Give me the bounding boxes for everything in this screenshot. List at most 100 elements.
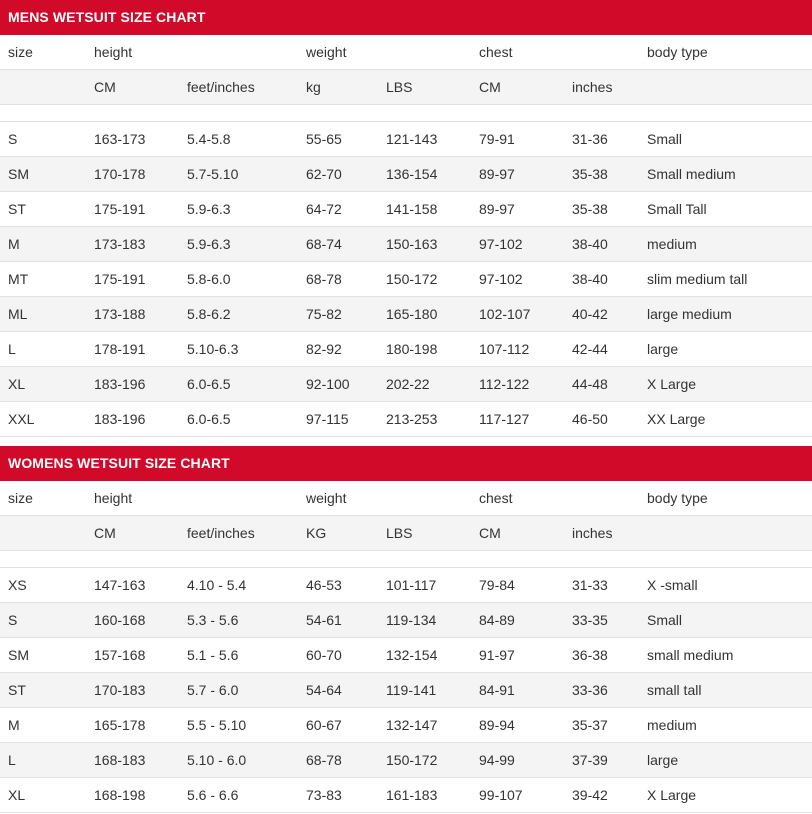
size-cell: L <box>8 341 16 357</box>
table-row: ST 175-191 5.9-6.3 64-72 141-158 89-97 35-38 Sm… <box>0 192 812 227</box>
table-cell: 54-64 <box>306 682 342 698</box>
table-cell: 150-172 <box>386 752 438 768</box>
table-row: S 163-173 5.4-5.8 55-65 121-143 79-91 31-36 Sma… <box>0 122 812 157</box>
column-header: height <box>94 490 133 506</box>
table-cell: 141-158 <box>386 201 438 217</box>
table-cell: 168-198 <box>94 787 146 803</box>
table-cell: 102-107 <box>479 306 531 322</box>
womens-size-chart: WOMENS WETSUIT SIZE CHART size height weigh… <box>0 446 812 813</box>
table-cell: 31-36 <box>572 131 608 147</box>
table-cell: 132-147 <box>386 717 438 733</box>
section-title: MENS WETSUIT SIZE CHART <box>0 0 812 35</box>
table-cell: 89-97 <box>479 166 515 182</box>
table-cell: 173-183 <box>94 236 146 252</box>
size-cell: XL <box>8 787 26 803</box>
table-cell: 42-44 <box>572 341 608 357</box>
table-cell: Small medium <box>647 166 736 182</box>
table-cell: XX Large <box>647 411 706 427</box>
table-cell: 68-78 <box>306 752 342 768</box>
unit-label: inches <box>572 525 613 541</box>
unit-label: LBS <box>386 525 413 541</box>
table-row: M 173-183 5.9-6.3 68-74 150-163 97-102 38-40 me… <box>0 227 812 262</box>
table-cell: 79-84 <box>479 577 515 593</box>
unit-label: inches <box>572 79 613 95</box>
table-cell: 121-143 <box>386 131 438 147</box>
table-cell: 40-42 <box>572 306 608 322</box>
table-row: XXL 183-196 6.0-6.5 97-115 213-253 117-127 46-… <box>0 402 812 437</box>
table-cell: 89-94 <box>479 717 515 733</box>
table-cell: medium <box>647 236 697 252</box>
table-cell: 132-154 <box>386 647 438 663</box>
size-cell: ML <box>8 306 28 322</box>
table-cell: 5.10 - 6.0 <box>187 752 247 768</box>
column-header-row: size height weight chest body type <box>0 35 812 70</box>
table-cell: 112-122 <box>479 376 530 392</box>
table-cell: 97-102 <box>479 236 523 252</box>
table-cell: 5.3 - 5.6 <box>187 612 239 628</box>
table-cell: Small <box>647 131 683 147</box>
table-cell: slim medium tall <box>647 271 748 287</box>
unit-label: KG <box>306 525 327 541</box>
table-cell: 64-72 <box>306 201 342 217</box>
table-cell: large medium <box>647 306 732 322</box>
table-row: SM 170-178 5.7-5.10 62-70 136-154 89-97 35-38 S… <box>0 157 812 192</box>
column-header: weight <box>306 44 347 60</box>
table-cell: 54-61 <box>306 612 342 628</box>
table-row: L 178-191 5.10-6.3 82-92 180-198 107-112 42-44… <box>0 332 812 367</box>
section-title: WOMENS WETSUIT SIZE CHART <box>0 446 812 481</box>
table-cell: large <box>647 341 679 357</box>
table-cell: 173-188 <box>94 306 146 322</box>
unit-label: CM <box>479 525 501 541</box>
table-cell: 68-78 <box>306 271 342 287</box>
table-cell: 160-168 <box>94 612 146 628</box>
unit-label: LBS <box>386 79 413 95</box>
table-cell: 89-97 <box>479 201 515 217</box>
table-cell: 35-38 <box>572 201 608 217</box>
table-cell: 5.8-6.0 <box>187 271 231 287</box>
table-row: MT 175-191 5.8-6.0 68-78 150-172 97-102 38-40 s… <box>0 262 812 297</box>
table-cell: 5.7-5.10 <box>187 166 239 182</box>
units-row: CM feet/inches kg LBS CM inches <box>0 70 812 105</box>
table-cell: Small Tall <box>647 201 707 217</box>
mens-size-chart: MENS WETSUIT SIZE CHART size height weight c… <box>0 0 812 437</box>
table-cell: 150-172 <box>386 271 438 287</box>
table-cell: 97-115 <box>306 411 349 427</box>
section-gap <box>0 437 812 446</box>
table-cell: Small <box>647 612 683 628</box>
table-cell: small tall <box>647 682 702 698</box>
column-header-row: size height weight chest body type <box>0 481 812 516</box>
table-cell: 38-40 <box>572 236 608 252</box>
table-cell: 117-127 <box>479 411 530 427</box>
column-header: size <box>8 44 33 60</box>
size-cell: XS <box>8 577 27 593</box>
table-cell: 147-163 <box>94 577 146 593</box>
table-cell: 60-70 <box>306 647 342 663</box>
table-cell: 62-70 <box>306 166 342 182</box>
table-cell: 73-83 <box>306 787 342 803</box>
table-row: XS 147-163 4.10 - 5.4 46-53 101-117 79-84 31-3… <box>0 568 812 603</box>
size-cell: S <box>8 131 18 147</box>
table-cell: 5.4-5.8 <box>187 131 231 147</box>
table-cell: 68-74 <box>306 236 342 252</box>
size-cell: XXL <box>8 411 35 427</box>
unit-label: CM <box>479 79 501 95</box>
size-cell: MT <box>8 271 29 287</box>
table-cell: 5.9-6.3 <box>187 201 231 217</box>
size-cell: M <box>8 717 20 733</box>
table-cell: 119-141 <box>386 682 437 698</box>
table-row: ML 173-188 5.8-6.2 75-82 165-180 102-107 40-42… <box>0 297 812 332</box>
table-cell: 46-50 <box>572 411 608 427</box>
table-cell: 91-97 <box>479 647 515 663</box>
table-cell: 101-117 <box>386 577 437 593</box>
table-cell: 170-178 <box>94 166 146 182</box>
table-cell: 31-33 <box>572 577 608 593</box>
empty-row <box>0 551 812 568</box>
table-cell: 37-39 <box>572 752 608 768</box>
size-cell: ST <box>8 201 26 217</box>
column-header: chest <box>479 44 513 60</box>
table-row: L 168-183 5.10 - 6.0 68-78 150-172 94-99 37-39… <box>0 743 812 778</box>
table-cell: 36-38 <box>572 647 608 663</box>
unit-label: CM <box>94 525 116 541</box>
table-cell: 35-38 <box>572 166 608 182</box>
table-cell: medium <box>647 717 697 733</box>
